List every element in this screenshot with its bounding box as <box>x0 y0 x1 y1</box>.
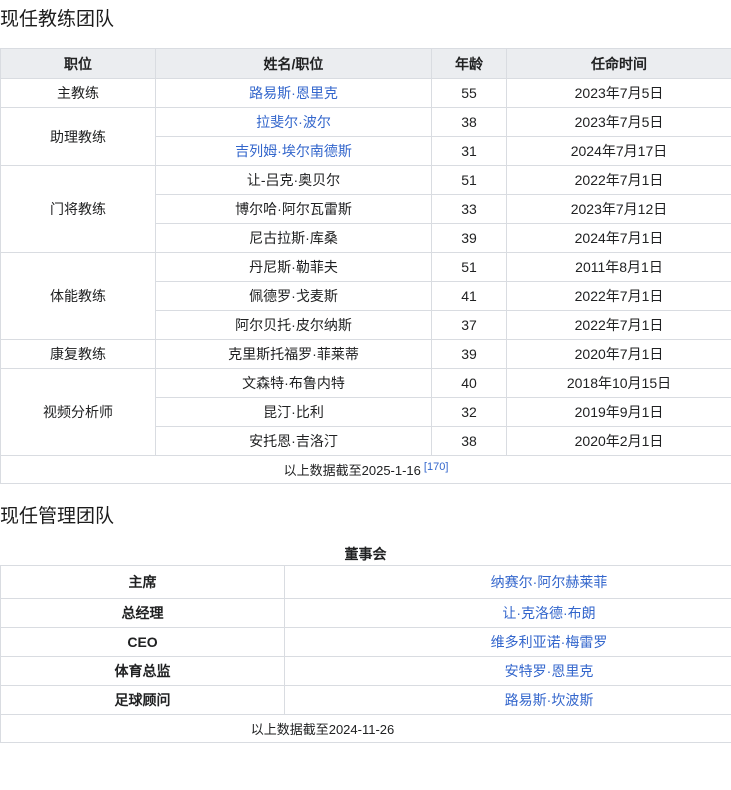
manager-name-link[interactable]: 纳赛尔·阿尔赫莱菲 <box>491 574 608 590</box>
date-cell: 2011年8月1日 <box>507 253 731 282</box>
position-cell: 体能教练 <box>1 253 156 340</box>
date-cell: 2022年7月1日 <box>507 311 731 340</box>
coach-name-link[interactable]: 拉斐尔·波尔 <box>256 114 331 130</box>
board-table-caption: 董事会 <box>0 544 731 564</box>
manager-name-link[interactable]: 路易斯·坎波斯 <box>505 692 594 708</box>
role-cell: 主席 <box>1 566 285 599</box>
role-cell: 足球顾问 <box>1 686 285 715</box>
age-cell: 32 <box>432 398 507 427</box>
role-cell: 体育总监 <box>1 657 285 686</box>
age-cell: 33 <box>432 195 507 224</box>
age-cell: 41 <box>432 282 507 311</box>
col-header-age: 年龄 <box>432 49 507 79</box>
age-cell: 38 <box>432 108 507 137</box>
name-cell: 博尔哈·阿尔瓦雷斯 <box>156 195 432 224</box>
date-cell: 2020年7月1日 <box>507 340 731 369</box>
age-cell: 39 <box>432 340 507 369</box>
name-cell: 安特罗·恩里克 <box>285 657 731 686</box>
date-cell: 2024年7月17日 <box>507 137 731 166</box>
management-footnote-row: 以上数据截至2024-11-26 <box>1 715 731 743</box>
name-cell: 拉斐尔·波尔 <box>156 108 432 137</box>
table-row: 足球顾问 路易斯·坎波斯 <box>1 686 731 715</box>
table-row: 主教练 路易斯·恩里克 55 2023年7月5日 <box>1 79 731 108</box>
age-cell: 31 <box>432 137 507 166</box>
role-cell: 总经理 <box>1 599 285 628</box>
table-row: 体能教练 丹尼斯·勒菲夫 51 2011年8月1日 <box>1 253 731 282</box>
age-cell: 38 <box>432 427 507 456</box>
table-row: 体育总监 安特罗·恩里克 <box>1 657 731 686</box>
name-cell: 丹尼斯·勒菲夫 <box>156 253 432 282</box>
footnote-cell: 以上数据截至2025-1-16[170] <box>1 456 731 484</box>
table-row: 康复教练 克里斯托福罗·菲莱蒂 39 2020年7月1日 <box>1 340 731 369</box>
position-cell: 康复教练 <box>1 340 156 369</box>
age-cell: 37 <box>432 311 507 340</box>
date-cell: 2024年7月1日 <box>507 224 731 253</box>
table-row: 主席 纳赛尔·阿尔赫莱菲 <box>1 566 731 599</box>
name-cell: 文森特·布鲁内特 <box>156 369 432 398</box>
table-row: 助理教练 拉斐尔·波尔 38 2023年7月5日 <box>1 108 731 137</box>
management-section-heading: 现任管理团队 <box>0 504 731 530</box>
date-cell: 2023年7月5日 <box>507 108 731 137</box>
age-cell: 51 <box>432 166 507 195</box>
manager-name-link[interactable]: 让·克洛德·布朗 <box>502 605 595 621</box>
table-row: 总经理 让·克洛德·布朗 <box>1 599 731 628</box>
date-cell: 2022年7月1日 <box>507 282 731 311</box>
name-cell: 昆汀·比利 <box>156 398 432 427</box>
date-cell: 2019年9月1日 <box>507 398 731 427</box>
name-cell: 维多利亚诺·梅雷罗 <box>285 628 731 657</box>
coaches-section-heading: 现任教练团队 <box>0 7 731 33</box>
date-cell: 2020年2月1日 <box>507 427 731 456</box>
name-cell: 路易斯·恩里克 <box>156 79 432 108</box>
manager-name-link[interactable]: 维多利亚诺·梅雷罗 <box>491 634 608 650</box>
name-cell: 让·克洛德·布朗 <box>285 599 731 628</box>
table-row: 视频分析师 文森特·布鲁内特 40 2018年10月15日 <box>1 369 731 398</box>
col-header-name: 姓名/职位 <box>156 49 432 79</box>
coach-table-header-row: 职位 姓名/职位 年龄 任命时间 <box>1 49 731 79</box>
footnote-text: 以上数据截至2025-1-16 <box>284 463 421 478</box>
name-cell: 尼古拉斯·库桑 <box>156 224 432 253</box>
position-cell: 视频分析师 <box>1 369 156 456</box>
coach-name-link[interactable]: 吉列姆·埃尔南德斯 <box>235 143 352 159</box>
name-cell: 纳赛尔·阿尔赫莱菲 <box>285 566 731 599</box>
name-cell: 路易斯·坎波斯 <box>285 686 731 715</box>
table-row: CEO 维多利亚诺·梅雷罗 <box>1 628 731 657</box>
name-cell: 克里斯托福罗·菲莱蒂 <box>156 340 432 369</box>
coach-table-footnote-row: 以上数据截至2025-1-16[170] <box>1 456 731 484</box>
position-cell: 门将教练 <box>1 166 156 253</box>
name-cell: 让-吕克·奥贝尔 <box>156 166 432 195</box>
name-cell: 佩德罗·戈麦斯 <box>156 282 432 311</box>
coach-table: 职位 姓名/职位 年龄 任命时间 主教练 路易斯·恩里克 55 2023年7月5… <box>0 48 731 484</box>
date-cell: 2018年10月15日 <box>507 369 731 398</box>
col-header-position: 职位 <box>1 49 156 79</box>
col-header-date: 任命时间 <box>507 49 731 79</box>
reference-link[interactable]: [170] <box>424 461 448 473</box>
date-cell: 2023年7月5日 <box>507 79 731 108</box>
management-table: 主席 纳赛尔·阿尔赫莱菲 总经理 让·克洛德·布朗 CEO 维多利亚诺·梅雷罗 … <box>0 565 731 743</box>
position-cell: 助理教练 <box>1 108 156 166</box>
date-cell: 2022年7月1日 <box>507 166 731 195</box>
age-cell: 51 <box>432 253 507 282</box>
name-cell: 阿尔贝托·皮尔纳斯 <box>156 311 432 340</box>
age-cell: 39 <box>432 224 507 253</box>
name-cell: 安托恩·吉洛汀 <box>156 427 432 456</box>
manager-name-link[interactable]: 安特罗·恩里克 <box>505 663 594 679</box>
date-cell: 2023年7月12日 <box>507 195 731 224</box>
age-cell: 40 <box>432 369 507 398</box>
role-cell: CEO <box>1 628 285 657</box>
age-cell: 55 <box>432 79 507 108</box>
table-row: 门将教练 让-吕克·奥贝尔 51 2022年7月1日 <box>1 166 731 195</box>
coach-name-link[interactable]: 路易斯·恩里克 <box>249 85 338 101</box>
name-cell: 吉列姆·埃尔南德斯 <box>156 137 432 166</box>
position-cell: 主教练 <box>1 79 156 108</box>
footnote-cell: 以上数据截至2024-11-26 <box>1 715 731 743</box>
